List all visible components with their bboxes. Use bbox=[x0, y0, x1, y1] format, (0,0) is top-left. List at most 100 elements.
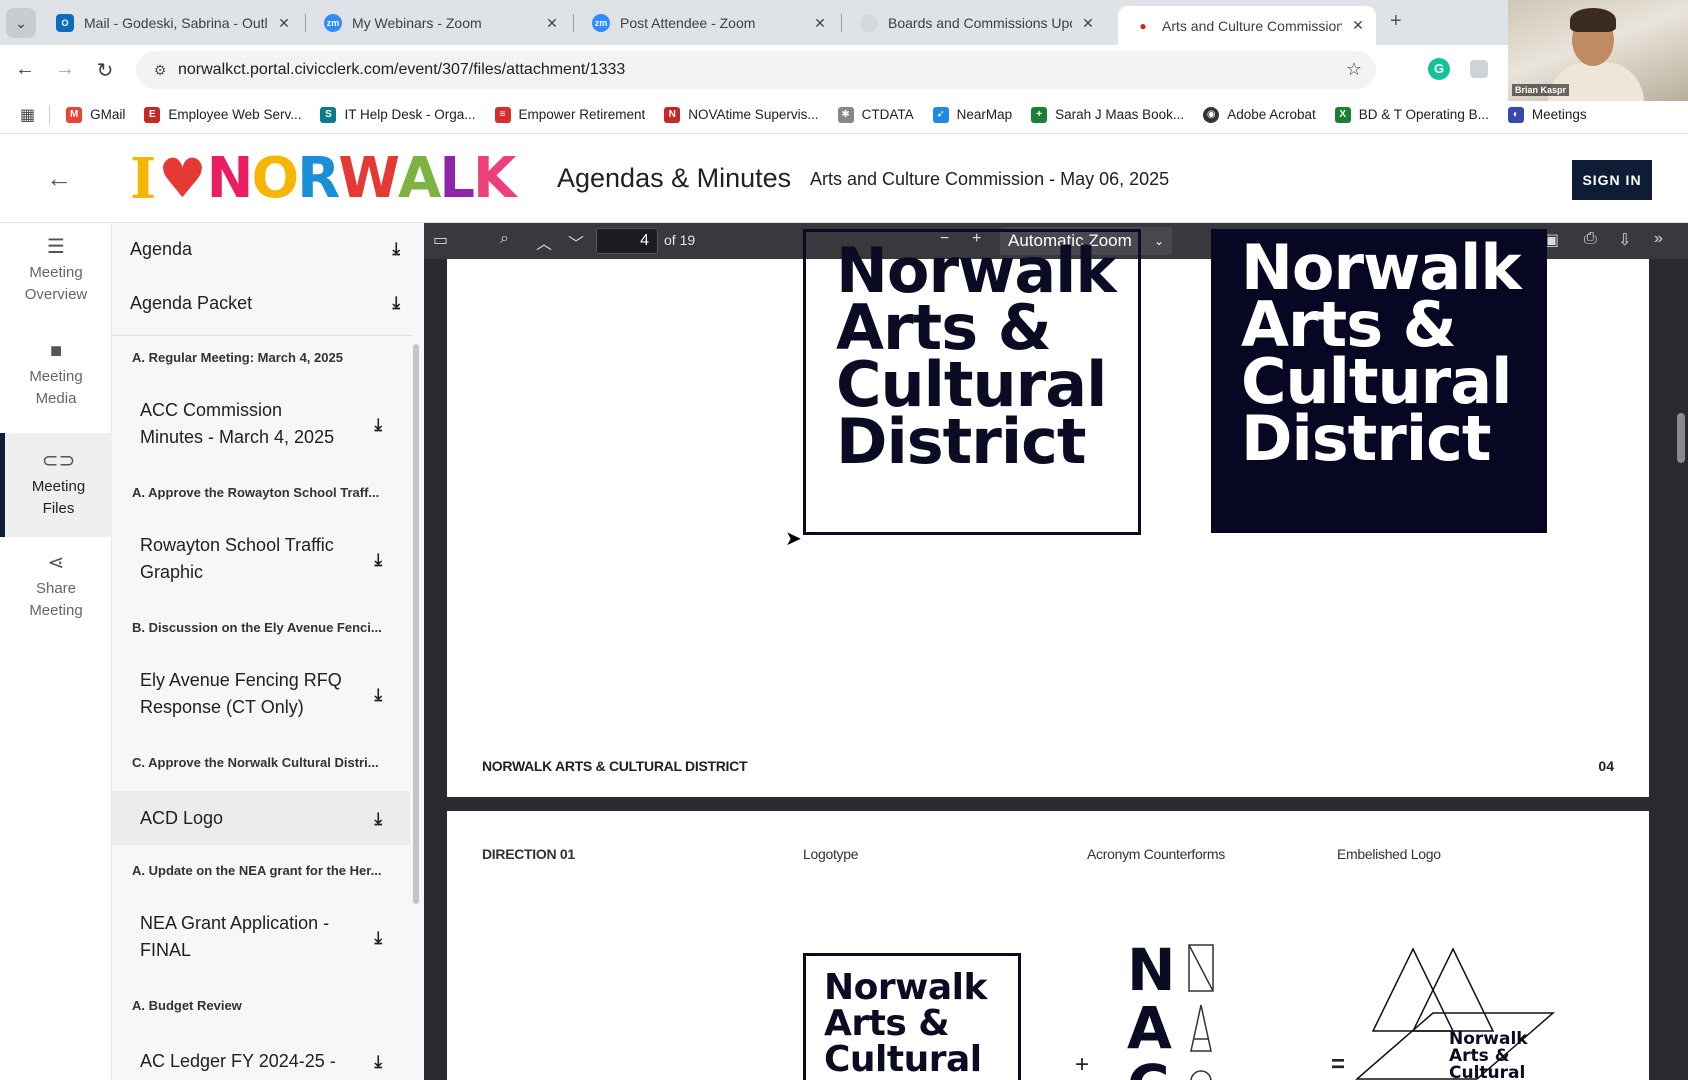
bookmark-nearmap[interactable]: ➶ NearMap bbox=[932, 106, 1012, 123]
search-icon[interactable]: ⌕ bbox=[500, 230, 509, 248]
page-title: Agendas & Minutes bbox=[557, 163, 792, 193]
bookmark-icon: + bbox=[1031, 106, 1048, 123]
bookmark-employee-web[interactable]: E Employee Web Serv... bbox=[144, 106, 301, 123]
list-item[interactable]: AC Ledger FY 2024-25 - ⤓ bbox=[112, 1034, 410, 1080]
files-scrollbar[interactable] bbox=[413, 344, 419, 904]
browser-tab[interactable]: zm My Webinars - Zoom ✕ bbox=[308, 6, 570, 40]
address-bar[interactable]: ⚙ norwalkct.portal.civicclerk.com/event/… bbox=[136, 51, 1376, 89]
save-icon[interactable]: ⇩ bbox=[1618, 230, 1631, 250]
bookmark-icon: N bbox=[664, 106, 681, 123]
rail-meeting-media[interactable]: ■ Meeting Media bbox=[0, 327, 112, 423]
browser-tab[interactable]: O Mail - Godeski, Sabrina - Outlo ✕ bbox=[40, 6, 302, 40]
download-icon[interactable]: ⤓ bbox=[374, 805, 382, 832]
bookmark-ctdata[interactable]: ✱ CTDATA bbox=[837, 106, 914, 123]
webcam-overlay: Brian Kaspr bbox=[1508, 0, 1688, 101]
close-icon[interactable]: ✕ bbox=[544, 15, 560, 32]
share-icon: ⋖ bbox=[47, 552, 65, 574]
close-icon[interactable]: ✕ bbox=[812, 15, 828, 32]
logo-letter: R bbox=[297, 146, 340, 211]
plus-sign: + bbox=[1075, 1051, 1090, 1078]
more-tools-icon[interactable]: » bbox=[1654, 230, 1663, 248]
close-icon[interactable]: ✕ bbox=[1350, 17, 1366, 34]
list-item[interactable]: NEA Grant Application - FINAL ⤓ bbox=[112, 899, 410, 975]
civicclerk-icon: ● bbox=[1134, 16, 1152, 35]
bookmark-icon: S bbox=[320, 106, 337, 123]
attachments-list: A. Regular Meeting: March 4, 2025 ACC Co… bbox=[112, 335, 412, 1080]
download-icon[interactable]: ⤓ bbox=[392, 239, 400, 259]
back-arrow-icon[interactable]: ← bbox=[46, 163, 72, 194]
logo-letter: O bbox=[251, 146, 300, 211]
section-heading: A. Regular Meeting: March 4, 2025 bbox=[132, 350, 343, 365]
globe-icon bbox=[860, 14, 878, 32]
extension-icon[interactable] bbox=[1470, 60, 1488, 78]
pdf-page: Norwalk Arts & Cultural District Norwalk Art… bbox=[447, 229, 1649, 797]
bookmark-novatime[interactable]: N NOVAtime Supervis... bbox=[664, 106, 819, 123]
bookmark-meetings[interactable]: ◐ Meetings bbox=[1507, 106, 1587, 123]
download-icon[interactable]: ⤓ bbox=[374, 924, 382, 951]
download-icon[interactable]: ⤓ bbox=[374, 411, 382, 438]
heart-icon: ♥ bbox=[158, 147, 206, 210]
browser-tab[interactable]: zm Post Attendee - Zoom ✕ bbox=[576, 6, 838, 40]
rail-share-meeting[interactable]: ⋖ Share Meeting bbox=[0, 539, 112, 635]
participant-name: Brian Kaspr bbox=[1512, 84, 1570, 96]
outlook-icon: O bbox=[56, 14, 74, 32]
grammarly-extension-icon[interactable]: G bbox=[1428, 58, 1450, 80]
embelished-label: Embelished Logo bbox=[1337, 846, 1441, 862]
bookmark-sarah-j-maas[interactable]: + Sarah J Maas Book... bbox=[1031, 106, 1184, 123]
previous-page-icon[interactable]: ︿ bbox=[536, 230, 552, 254]
close-icon[interactable]: ✕ bbox=[276, 15, 292, 32]
forward-icon[interactable]: → bbox=[50, 58, 80, 81]
browser-tab[interactable]: Boards and Commissions Upco ✕ bbox=[844, 6, 1106, 40]
paperclip-icon: ⊂⊃ bbox=[41, 450, 76, 472]
equals-sign: = bbox=[1331, 1051, 1346, 1078]
browser-tab-active[interactable]: ● Arts and Culture Commission - ✕ bbox=[1118, 6, 1376, 45]
embelished-logo-text: Norwalk Arts & Cultural bbox=[1449, 1029, 1528, 1080]
zoom-icon: zm bbox=[324, 14, 342, 32]
rail-meeting-files[interactable]: ⊂⊃ Meeting Files bbox=[0, 433, 112, 537]
print-icon[interactable]: ⎙ bbox=[1584, 230, 1597, 248]
list-item[interactable]: Ely Avenue Fencing RFQ Response (CT Only… bbox=[112, 656, 410, 732]
close-icon[interactable]: ✕ bbox=[1080, 15, 1096, 32]
bookmark-adobe-acrobat[interactable]: ◉ Adobe Acrobat bbox=[1203, 106, 1316, 123]
download-icon[interactable]: ⤓ bbox=[392, 293, 400, 313]
bookmark-star-icon[interactable]: ☆ bbox=[1346, 59, 1362, 80]
section-heading: C. Approve the Norwalk Cultural Distri..… bbox=[132, 755, 379, 770]
new-tab-button[interactable]: + bbox=[1390, 10, 1402, 33]
logo-letter: K bbox=[473, 146, 516, 211]
download-icon[interactable]: ⤓ bbox=[374, 546, 382, 573]
app-header: ← I ♥ NORWALK Agendas & Minutes Arts and… bbox=[0, 135, 1688, 223]
i-love-norwalk-logo[interactable]: I ♥ NORWALK bbox=[130, 146, 516, 211]
file-agenda-packet[interactable]: Agenda Packet ⤓ bbox=[130, 277, 400, 329]
tab-search-button[interactable]: ⌄ bbox=[6, 8, 36, 38]
sidebar-toggle-icon[interactable]: ▭ bbox=[433, 230, 448, 250]
list-item[interactable]: ACC Commission Minutes - March 4, 2025 ⤓ bbox=[112, 386, 410, 462]
reload-icon[interactable]: ↻ bbox=[90, 58, 120, 83]
pdf-scrollbar[interactable] bbox=[1677, 413, 1685, 463]
download-icon[interactable]: ⤓ bbox=[374, 681, 382, 708]
sign-in-button[interactable]: SIGN IN bbox=[1572, 160, 1652, 200]
counterform-shapes bbox=[1188, 944, 1214, 1080]
url-text: norwalkct.portal.civicclerk.com/event/30… bbox=[178, 61, 626, 78]
next-page-icon[interactable]: ﹀ bbox=[568, 230, 584, 254]
file-label: Agenda bbox=[130, 238, 193, 259]
gmail-icon: M bbox=[66, 106, 83, 123]
rail-meeting-overview[interactable]: ☰ Meeting Overview bbox=[0, 223, 112, 319]
logo-letter: N bbox=[206, 146, 254, 211]
section-heading: A. Budget Review bbox=[132, 998, 242, 1013]
left-rail: ☰ Meeting Overview ■ Meeting Media ⊂⊃ Meet… bbox=[0, 223, 112, 1080]
back-icon[interactable]: ← bbox=[10, 58, 40, 81]
download-icon[interactable]: ⤓ bbox=[374, 1048, 382, 1075]
site-settings-icon[interactable]: ⚙ bbox=[142, 62, 178, 79]
bookmark-gmail[interactable]: M GMail bbox=[66, 106, 125, 123]
apps-grid-icon[interactable]: ▦ bbox=[20, 105, 35, 125]
bookmark-it-help-desk[interactable]: S IT Help Desk - Orga... bbox=[320, 106, 476, 123]
bookmark-empower[interactable]: ≡ Empower Retirement bbox=[494, 106, 645, 123]
logo-outline-version: Norwalk Arts & Cultural District bbox=[803, 229, 1141, 535]
bookmark-bd-t-operating[interactable]: X BD & T Operating B... bbox=[1334, 106, 1489, 123]
list-item[interactable]: Rowayton School Traffic Graphic ⤓ bbox=[112, 521, 410, 597]
mouse-cursor: ➤ bbox=[785, 528, 802, 550]
list-item-selected[interactable]: ACD Logo ⤓ bbox=[112, 791, 410, 845]
pdf-scrollbar-track bbox=[1674, 259, 1688, 1080]
file-agenda[interactable]: Agenda ⤓ bbox=[130, 223, 400, 275]
page-number-input[interactable]: 4 bbox=[596, 228, 658, 254]
